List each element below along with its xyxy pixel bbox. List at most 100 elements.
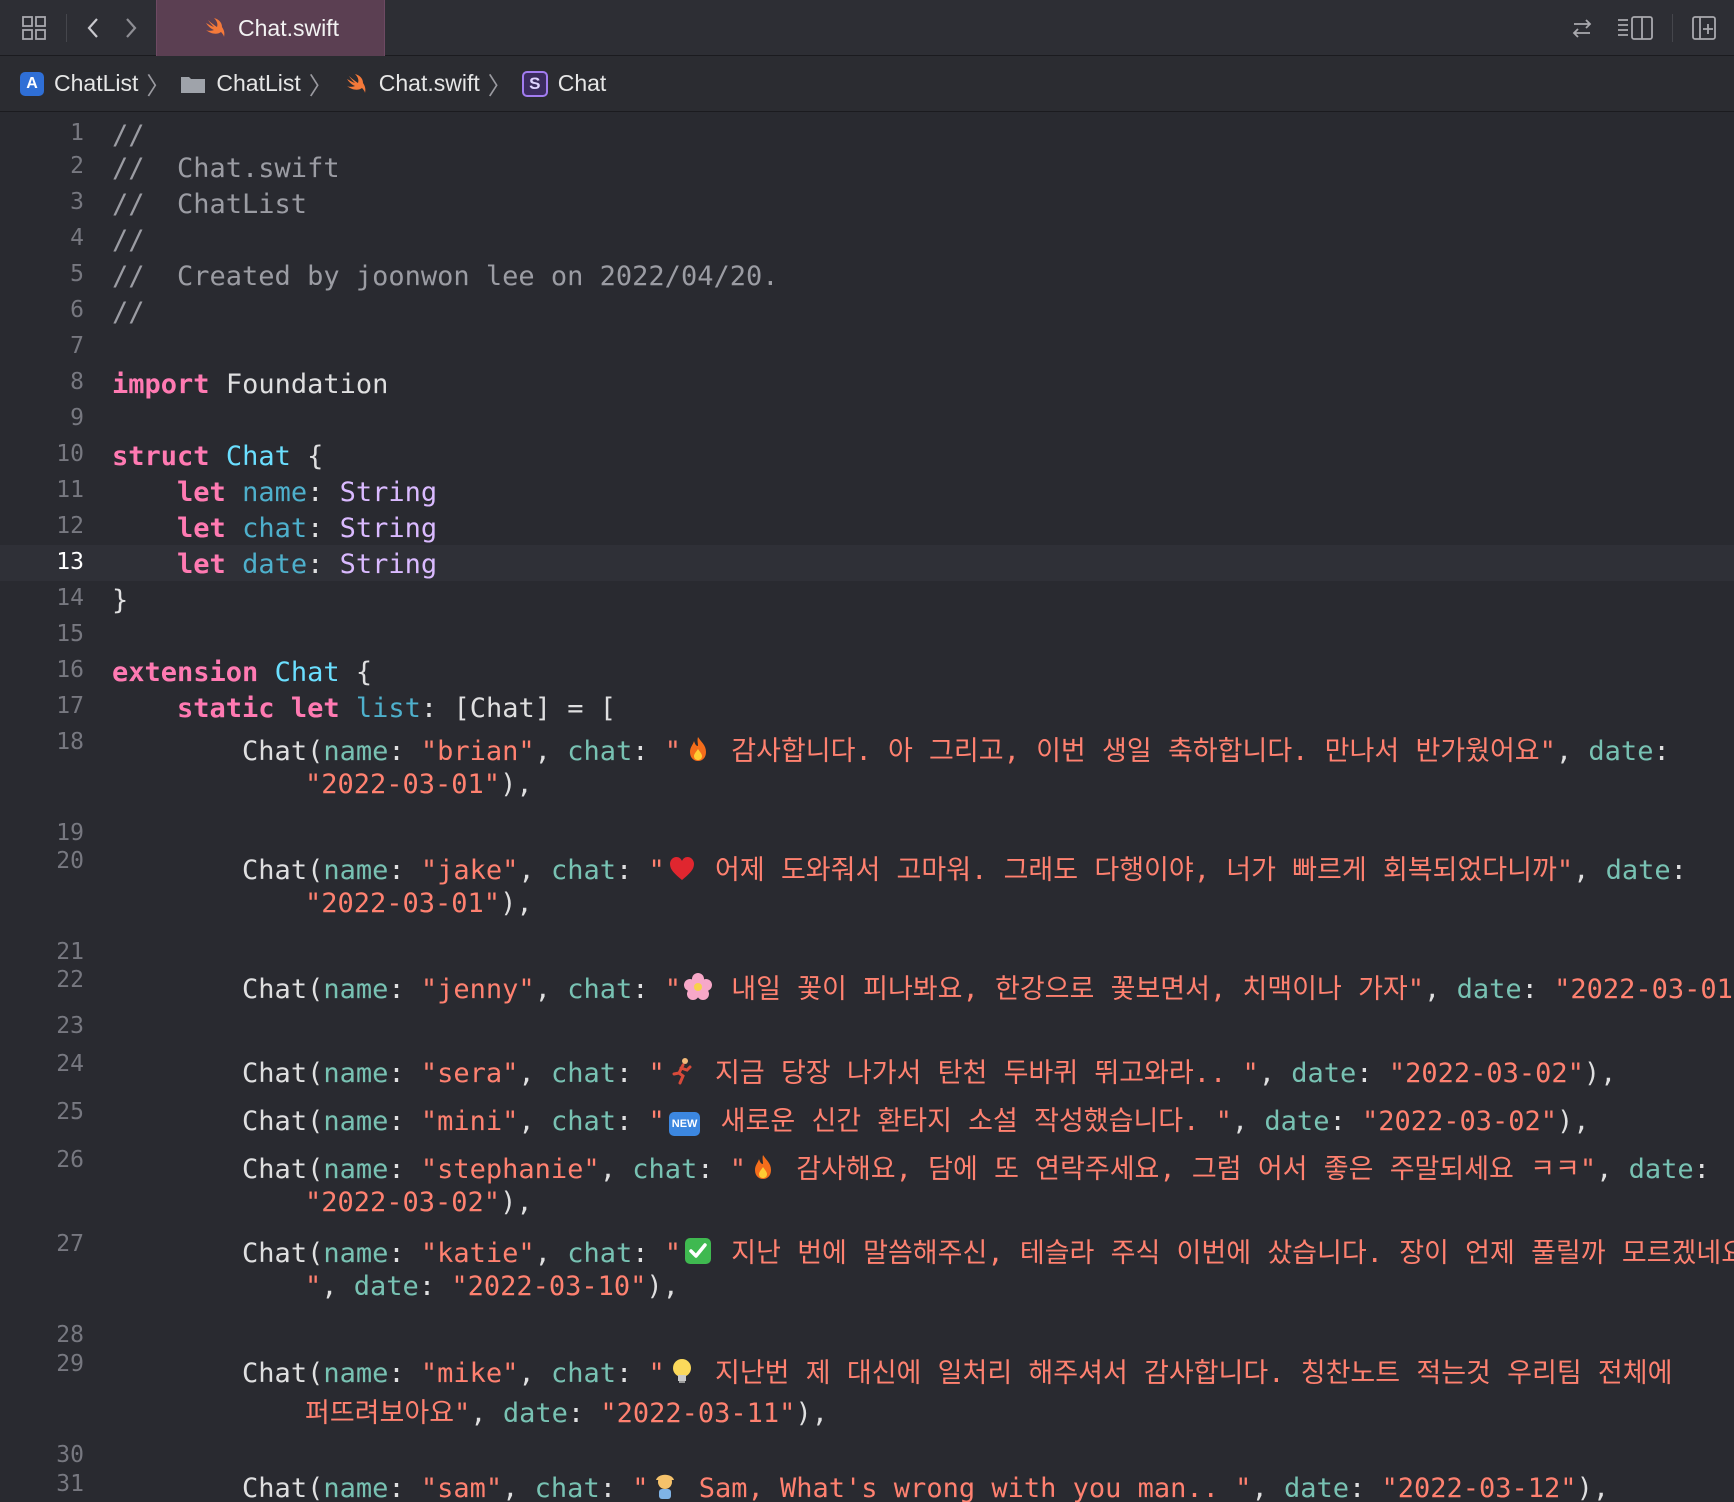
line-number: 2 — [70, 153, 84, 179]
comma: , — [1555, 736, 1589, 767]
colon: : — [632, 1238, 665, 1269]
argument-label: chat — [567, 736, 633, 767]
code-line: 17 static let list: [Chat] = [ — [0, 693, 1734, 726]
initializer-call: Chat( — [242, 1358, 324, 1389]
string-literal: 감사해요, 담에 또 연락주세요, 그럼 어서 좋은 주말되세요 ㅋㅋ" — [780, 1154, 1597, 1185]
chat-entry: Chat(name: "mini", chat: " NEW 새로운 신간 환타지… — [112, 1099, 1590, 1138]
comma: , — [1424, 974, 1457, 1005]
chat-entry: Chat(name: "mike", chat: " 지난번 제 대신에 일처리… — [112, 1351, 1672, 1390]
chat-entry-continuation: "2022-03-02"), — [305, 1187, 533, 1218]
argument-label: date — [1588, 736, 1654, 767]
line-number: 13 — [56, 549, 84, 575]
code-line: 3 // ChatList — [0, 189, 1734, 222]
chat-entry-continuation: ", date: "2022-03-10"), — [305, 1271, 679, 1302]
jump-bar: A ChatList 〉 ChatList 〉 Chat.swift 〉 S C… — [0, 56, 1734, 112]
string-literal: " — [648, 1106, 665, 1137]
code-editor[interactable]: 1 // 2 // Chat.swift 3 // ChatList 4 // … — [0, 112, 1734, 1502]
string-literal: " — [648, 855, 665, 886]
tab-chat-swift[interactable]: Chat.swift — [156, 0, 385, 56]
argument-label: chat — [534, 1473, 600, 1502]
struct-icon: S — [521, 70, 548, 97]
argument-label: name — [323, 1473, 389, 1502]
comment: // — [112, 225, 145, 256]
string-literal: "2022-03-01" — [1554, 974, 1734, 1005]
keyword: let — [177, 549, 226, 580]
add-editor-icon[interactable] — [1690, 14, 1718, 42]
colon: : — [632, 736, 665, 767]
inspector-icon[interactable] — [1616, 14, 1656, 42]
initializer-call: Chat( — [242, 1473, 324, 1502]
breadcrumb-label: ChatList — [216, 70, 301, 96]
property-name: chat — [242, 513, 308, 544]
argument-label: name — [323, 736, 389, 767]
keyword: struct — [112, 441, 210, 472]
assign: = [ — [551, 693, 617, 724]
string-literal: 내일 꽃이 피나봐요, 한강으로 꽃보면서, 치맥이나 가자" — [715, 974, 1425, 1005]
breadcrumb-label: Chat — [557, 70, 607, 96]
argument-label: date — [1283, 1473, 1349, 1502]
colon: : — [420, 693, 438, 724]
string-literal: "2022-03-02" — [305, 1187, 501, 1218]
close-paren: ), — [1557, 1106, 1590, 1137]
breadcrumb-separator: 〉 — [308, 73, 333, 100]
keyword: extension — [112, 657, 259, 688]
breadcrumb-file[interactable]: Chat.swift — [343, 70, 480, 97]
argument-label: date — [353, 1271, 419, 1302]
type-name: String — [339, 549, 438, 580]
person-emoji — [650, 1471, 680, 1501]
initializer-call: Chat( — [242, 1106, 324, 1137]
colon: : — [1693, 1154, 1710, 1185]
line-number: 19 — [56, 820, 84, 846]
comment: // Created by joonwon lee on 2022/04/20. — [112, 261, 779, 292]
code-line: 8 import Foundation — [0, 369, 1734, 402]
close-paren: ), — [500, 769, 533, 800]
brace: } — [112, 585, 129, 616]
argument-label: name — [323, 1238, 389, 1269]
comment: // — [112, 297, 145, 328]
current-code-line: 13 let date: String — [0, 545, 1734, 581]
string-literal: 감사합니다. 아 그리고, 이번 생일 축하합니다. 만나서 반가웠어요" — [715, 736, 1556, 767]
type-name: Chat — [274, 657, 340, 688]
string-literal: "mike" — [420, 1358, 519, 1389]
string-literal: "2022-03-02" — [1361, 1106, 1558, 1137]
keyword: let — [177, 477, 226, 508]
swap-icon[interactable] — [1568, 14, 1596, 42]
breadcrumb-project[interactable]: A ChatList — [20, 70, 138, 97]
string-literal: "katie" — [420, 1238, 535, 1269]
code-line: 1 // — [0, 120, 1734, 153]
code-line: 5 // Created by joonwon lee on 2022/04/2… — [0, 261, 1734, 294]
comma: , — [1258, 1058, 1292, 1089]
string-literal: 지난번 제 대신에 일처리 해주셔서 감사합니다. 칭찬노트 적는것 우리팀 전… — [698, 1358, 1673, 1389]
breadcrumb-group[interactable]: ChatList — [180, 70, 301, 97]
back-icon[interactable] — [80, 14, 108, 42]
string-literal: "2022-03-01" — [305, 769, 501, 800]
line-number: 20 — [56, 848, 84, 874]
forward-icon[interactable] — [116, 14, 144, 42]
argument-label: date — [1264, 1106, 1330, 1137]
string-literal: " — [664, 1238, 681, 1269]
line-number: 4 — [70, 225, 84, 251]
keyword: import — [112, 369, 210, 400]
breadcrumb-label: Chat.swift — [378, 70, 480, 96]
string-literal: "sam" — [420, 1473, 503, 1502]
initializer-call: Chat( — [242, 855, 324, 886]
line-number: 21 — [56, 939, 84, 965]
breadcrumb-symbol[interactable]: S Chat — [521, 70, 607, 97]
colon: : — [615, 1058, 649, 1089]
argument-label: date — [1456, 974, 1522, 1005]
argument-label: date — [1605, 855, 1671, 886]
code-line: 26 Chat(name: "stephanie", chat: " 감사해요,… — [0, 1147, 1734, 1223]
line-number: 23 — [56, 1013, 84, 1039]
string-literal: "2022-03-12" — [1381, 1473, 1577, 1502]
comma: , — [1231, 1106, 1265, 1137]
tab-bar: Chat.swift — [0, 0, 1734, 56]
code-line: 10 struct Chat { — [0, 441, 1734, 474]
string-literal: " — [305, 1271, 322, 1302]
colon: : — [388, 855, 421, 886]
initializer-call: Chat( — [242, 974, 324, 1005]
code-line: 14 } — [0, 585, 1734, 618]
string-literal: "mini" — [420, 1106, 519, 1137]
grid-icon[interactable] — [20, 14, 48, 42]
chat-entry: Chat(name: "jake", chat: " 어제 도와줘서 고마워. … — [112, 848, 1687, 887]
code-line: 2 // Chat.swift — [0, 153, 1734, 186]
